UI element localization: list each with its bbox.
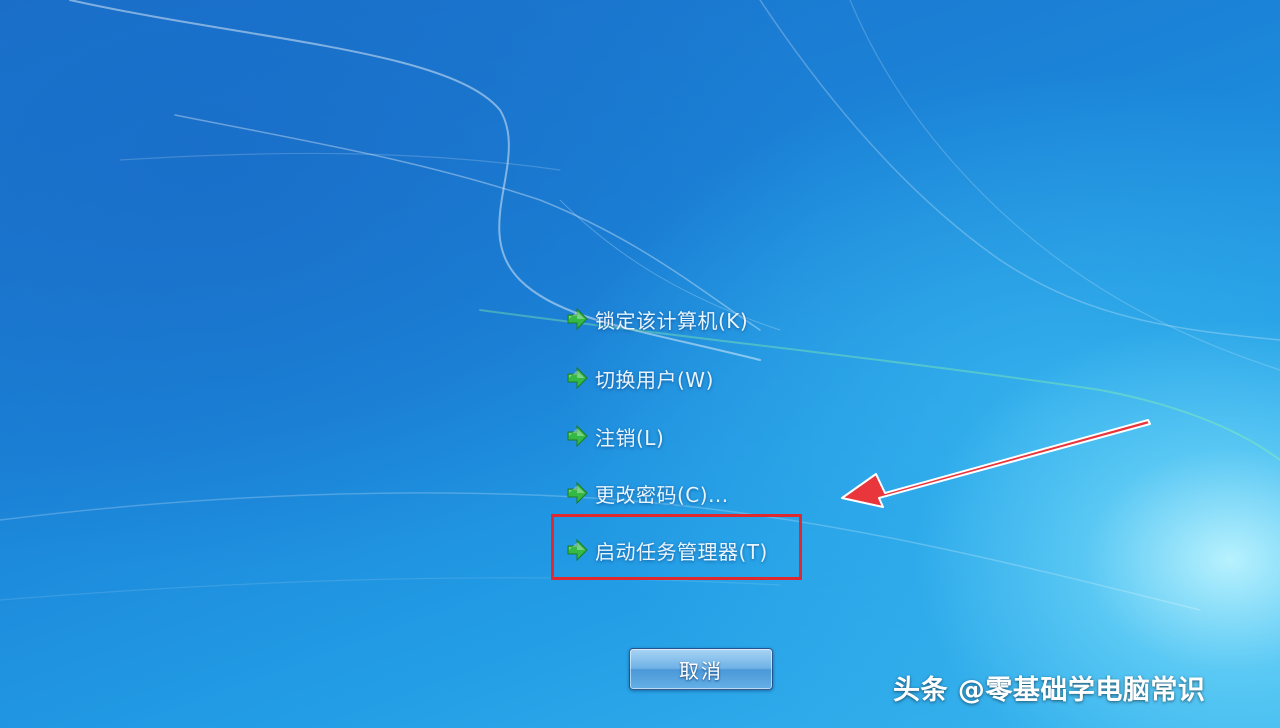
green-arrow-icon bbox=[567, 482, 588, 504]
green-arrow-icon bbox=[567, 367, 588, 389]
log-off-label: 注销(L) bbox=[595, 425, 665, 450]
watermark: 头条 @零基础学电脑常识 bbox=[893, 675, 1206, 706]
cancel-button-label: 取消 bbox=[679, 658, 723, 683]
switch-user-option[interactable]: 切换用户(W) bbox=[566, 361, 714, 395]
change-password-option[interactable]: 更改密码(C)... bbox=[566, 476, 729, 510]
green-arrow-icon bbox=[567, 425, 588, 447]
lock-computer-option[interactable]: 锁定该计算机(K) bbox=[566, 302, 748, 336]
highlight-box bbox=[551, 514, 802, 580]
log-off-option[interactable]: 注销(L) bbox=[566, 419, 664, 453]
green-arrow-icon bbox=[567, 308, 588, 330]
cancel-button[interactable]: 取消 bbox=[629, 648, 773, 690]
lock-computer-label: 锁定该计算机(K) bbox=[595, 308, 749, 333]
switch-user-label: 切换用户(W) bbox=[595, 367, 714, 392]
change-password-label: 更改密码(C)... bbox=[595, 482, 729, 507]
